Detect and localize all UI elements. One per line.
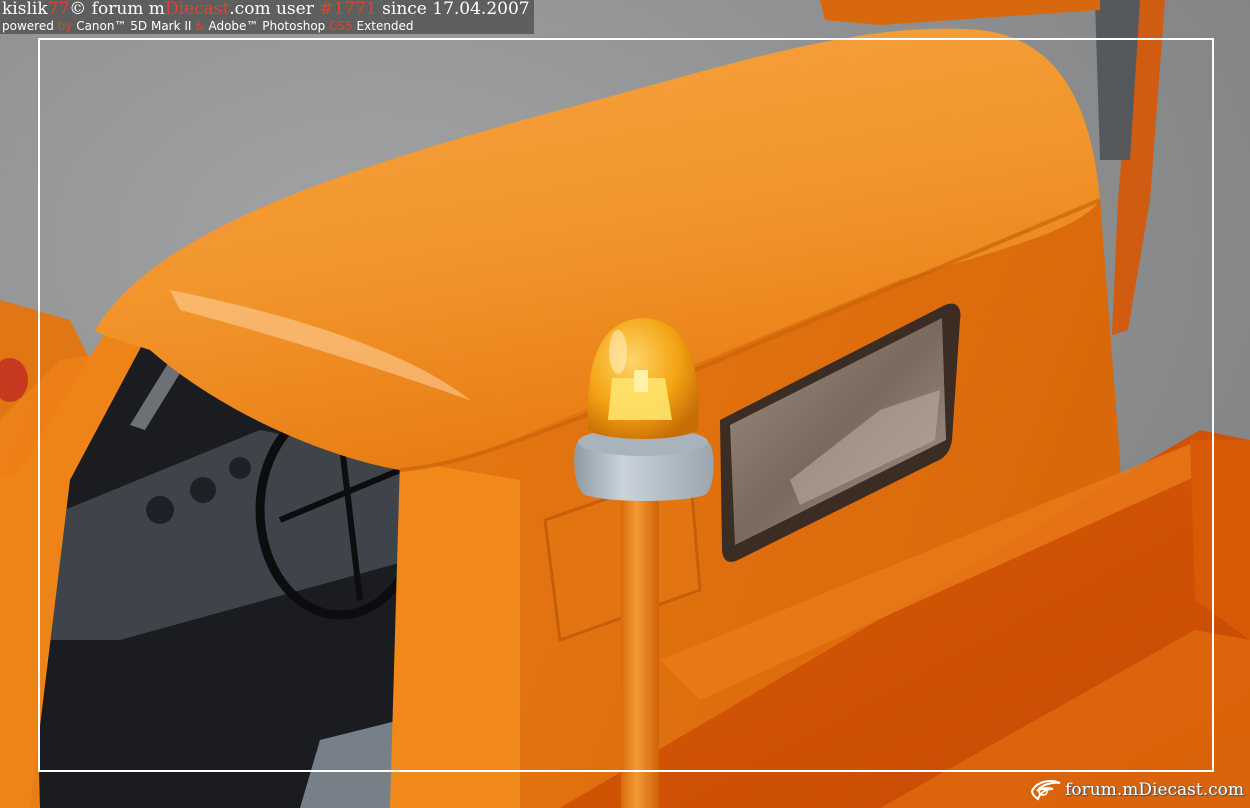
wm-text: Extended [352,19,414,33]
wm-text: © forum m [69,0,165,19]
wm-text: & [195,19,209,33]
watermark-site-url: forum.mDiecast.com [1065,780,1244,800]
swoosh-logo-icon [1031,780,1061,801]
wm-text: powered [2,19,58,33]
wm-text: 77 [47,0,70,19]
watermark-top: kislik77© forum mDiecast.com user #1771 … [0,0,534,34]
wm-text: since 17.04.2007 [376,0,530,19]
wm-text: CS5 [329,19,353,33]
watermark-credit-line: kislik77© forum mDiecast.com user #1771 … [2,0,530,19]
wm-text: .com user [229,0,320,19]
watermark-bottom: forum.mDiecast.com [1029,777,1244,803]
wm-text: by [57,19,77,33]
wm-text: Canon™ 5D Mark II [76,19,196,33]
wm-text: Diecast [164,0,230,19]
wm-text: Adobe™ Photoshop [208,19,330,33]
photo [0,0,1250,808]
wm-text: kislik [2,0,48,19]
watermark-powered-line: powered by Canon™ 5D Mark II & Adobe™ Ph… [2,19,530,34]
wm-text: #1771 [319,0,377,19]
